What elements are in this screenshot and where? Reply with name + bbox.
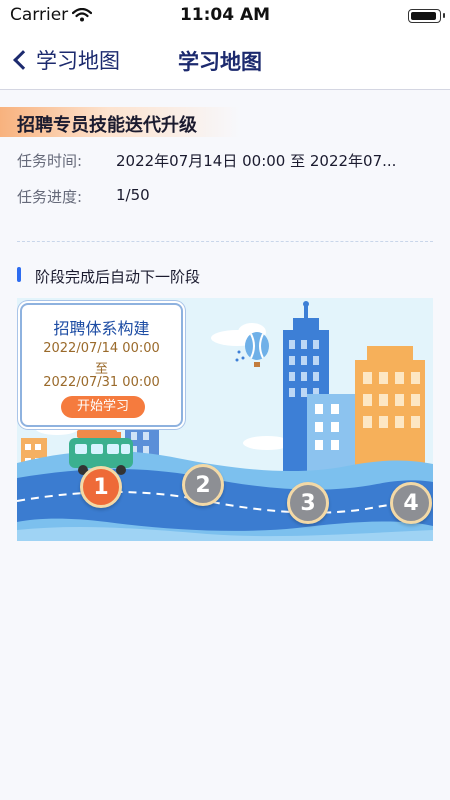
learning-map: 招聘体系构建 2022/07/14 00:00 至 2022/07/31 00:… bbox=[17, 298, 433, 541]
stage-info-card[interactable]: 招聘体系构建 2022/07/14 00:00 至 2022/07/31 00:… bbox=[20, 303, 183, 427]
stage-node-4[interactable]: 4 bbox=[390, 482, 432, 524]
battery-icon bbox=[408, 9, 445, 23]
back-button[interactable]: 学习地图 bbox=[8, 42, 120, 78]
stage-node-2[interactable]: 2 bbox=[182, 464, 224, 506]
chevron-left-icon bbox=[13, 50, 33, 70]
nav-bar: 学习地图 学习地图 bbox=[0, 30, 450, 90]
stage-node-1[interactable]: 1 bbox=[80, 466, 122, 508]
task-time-value: 2022年07月14日 00:00 至 2022年07... bbox=[116, 152, 397, 170]
stage-start-date: 2022/07/14 00:00 bbox=[43, 341, 160, 356]
stage-node-3[interactable]: 3 bbox=[287, 482, 329, 524]
start-learning-button[interactable]: 开始学习 bbox=[61, 396, 145, 418]
divider bbox=[17, 241, 433, 242]
task-title: 招聘专员技能迭代升级 bbox=[17, 115, 197, 136]
page-title: 学习地图 bbox=[178, 50, 262, 74]
status-time: 11:04 AM bbox=[179, 5, 271, 25]
status-bar: Carrier 11:04 AM bbox=[0, 0, 450, 30]
task-progress-value: 1/50 bbox=[116, 186, 150, 204]
section-title: 阶段完成后自动下一阶段 bbox=[35, 268, 201, 286]
stage-end-date: 2022/07/31 00:00 bbox=[43, 375, 160, 390]
stage-name: 招聘体系构建 bbox=[53, 319, 150, 338]
back-label: 学习地图 bbox=[36, 49, 120, 73]
task-time-label: 任务时间: bbox=[17, 152, 83, 170]
task-progress-label: 任务进度: bbox=[17, 188, 83, 206]
section-marker bbox=[17, 267, 21, 282]
